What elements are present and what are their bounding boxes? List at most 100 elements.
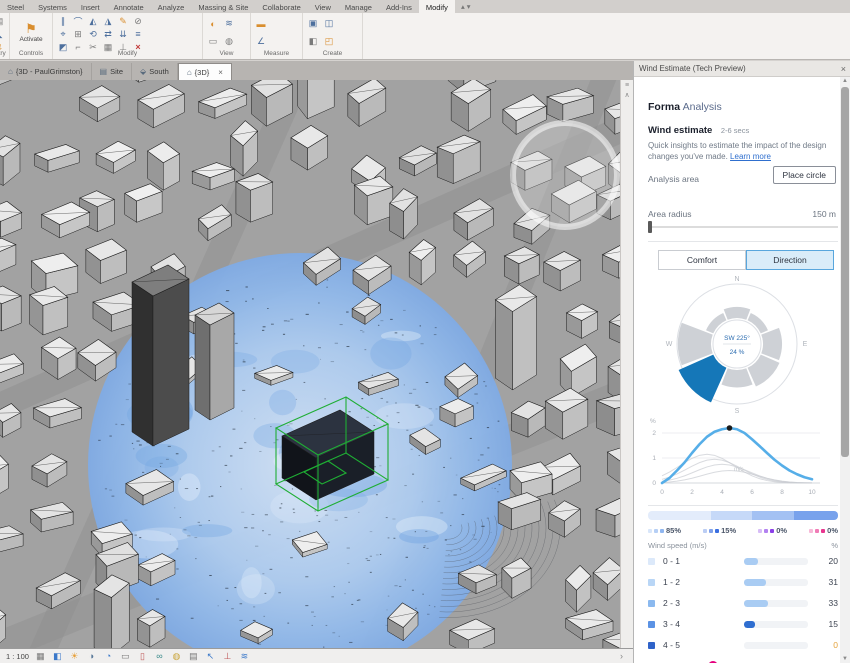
ribbon-tab-analyze[interactable]: Analyze: [151, 0, 192, 13]
panel-label-view: View: [203, 50, 250, 59]
unjoin-icon[interactable]: ⊘: [132, 15, 144, 27]
render-icon[interactable]: ◔: [103, 651, 114, 662]
view-tab-site[interactable]: ▤ Site: [92, 63, 133, 80]
ribbon-tab-bar: Steel Systems Insert Annotate Analyze Ma…: [0, 0, 850, 13]
cope-icon[interactable]: ⇊: [117, 28, 129, 40]
drawing-area[interactable]: [0, 80, 620, 648]
ribbon-tab-manage[interactable]: Manage: [338, 0, 379, 13]
copy-icon[interactable]: ⊞: [72, 28, 84, 40]
create-similar-icon[interactable]: ◧: [307, 36, 319, 48]
panel-create: ▣ ◧ ◫ ◰ Create: [303, 13, 363, 59]
measure-ruler-icon[interactable]: ▬: [255, 18, 267, 30]
scrollbar-thumb[interactable]: [841, 87, 849, 457]
viewbar-overflow-chevron[interactable]: ›: [616, 651, 627, 662]
view-tab-3d[interactable]: ⌂ {3D} ×: [178, 63, 232, 80]
table-row: 4 - 5 0: [648, 640, 838, 650]
split-face-icon[interactable]: ◣: [0, 28, 5, 40]
wind-rose-chart[interactable]: NESWSW 225°24 %: [642, 271, 832, 417]
activate-controls-button[interactable]: ⚑ Activate: [14, 15, 48, 49]
panel-content: Forma Analysis Wind estimate 2-6 secs Qu…: [634, 77, 840, 663]
svg-text:1: 1: [652, 455, 656, 462]
city-model-canvas[interactable]: [0, 80, 620, 648]
panel-measure: ▬ ∠ Measure: [251, 13, 303, 59]
match-type-icon[interactable]: ≡: [132, 28, 144, 40]
edit-icon[interactable]: ✎: [117, 15, 129, 27]
measure-angle-icon[interactable]: ∠: [255, 36, 267, 48]
area-radius-label: Area radius: [648, 209, 691, 219]
duration-badge: 2-6 secs: [721, 126, 749, 135]
ribbon-tab-modify[interactable]: Modify: [419, 0, 455, 13]
ribbon-display-toggle[interactable]: ▴ ▾: [455, 0, 477, 13]
svg-text:W: W: [666, 341, 673, 348]
panel-close-icon[interactable]: ×: [841, 64, 846, 74]
panel-label-measure: Measure: [251, 50, 302, 59]
ribbon-tab-annotate[interactable]: Annotate: [107, 0, 151, 13]
fillet-icon[interactable]: ⌒: [72, 15, 84, 27]
close-view-icon[interactable]: ×: [218, 68, 223, 77]
scroll-up-icon[interactable]: ▲: [840, 78, 850, 84]
speed-swatch: [648, 579, 655, 586]
crop-region-icon[interactable]: ▯: [137, 651, 148, 662]
view-tab-3d-paulgrimston[interactable]: ⌂ {3D - PaulGrimston}: [0, 63, 92, 80]
ribbon-tab-steel[interactable]: Steel: [0, 0, 31, 13]
worksharing-display-icon[interactable]: ≋: [239, 651, 250, 662]
tab-comfort[interactable]: Comfort: [658, 250, 746, 270]
rotate-icon[interactable]: ⟲: [87, 28, 99, 40]
create-assembly-icon[interactable]: ◫: [323, 18, 335, 30]
svg-text:6: 6: [750, 489, 754, 496]
align-icon[interactable]: ∥: [57, 15, 69, 27]
hide-elements-icon[interactable]: ◍: [223, 36, 235, 48]
panel-geometry: ⧉ ▭ ✎ ▤ ◣ ↯ Geometry: [0, 13, 10, 59]
wall-joins-icon[interactable]: ▤: [0, 15, 5, 27]
view-tab-south[interactable]: ⬙ South: [132, 63, 178, 80]
home-icon: ⌂: [8, 67, 13, 76]
ribbon-tab-massing-site[interactable]: Massing & Site: [191, 0, 255, 13]
sun-path-icon[interactable]: ☀: [69, 651, 80, 662]
legend-item: 0%: [809, 526, 838, 535]
crop-view-icon[interactable]: ▭: [120, 651, 131, 662]
area-radius-value: 150 m: [812, 209, 836, 219]
detail-level-icon[interactable]: ▦: [35, 651, 46, 662]
mirror-axis-icon[interactable]: ◭: [87, 15, 99, 27]
ribbon-tab-addins[interactable]: Add-Ins: [379, 0, 419, 13]
ribbon-tab-view[interactable]: View: [308, 0, 338, 13]
view-settings-icon[interactable]: ≋: [223, 18, 235, 30]
reveal-lines-icon[interactable]: ◐: [207, 18, 219, 30]
temp-view-properties-icon[interactable]: ▤: [188, 651, 199, 662]
area-radius-slider[interactable]: [648, 221, 838, 233]
panel-title-bar[interactable]: Wind Estimate (Tech Preview) ×: [634, 61, 850, 77]
collapse-icon[interactable]: ∧: [621, 91, 633, 99]
tab-direction[interactable]: Direction: [746, 250, 834, 270]
scroll-down-icon[interactable]: ▼: [840, 656, 850, 662]
slider-thumb[interactable]: [648, 221, 652, 233]
panel-scrollbar[interactable]: ▲ ▼: [840, 77, 850, 663]
table-row: 0 - 1 20: [648, 556, 838, 566]
offset-icon[interactable]: ⇄: [102, 28, 114, 40]
move-icon[interactable]: ⌖: [57, 28, 69, 40]
displaced-elements-icon[interactable]: ↖: [205, 651, 216, 662]
wind-speed-distribution-chart[interactable]: 0120246810%m/s: [642, 415, 832, 503]
ribbon-tab-collaborate[interactable]: Collaborate: [255, 0, 307, 13]
scale-control[interactable]: 1 : 100: [6, 652, 29, 661]
legend-item: 15%: [703, 526, 736, 535]
svg-text:8: 8: [780, 489, 784, 496]
mirror-pick-icon[interactable]: ◮: [102, 15, 114, 27]
reveal-constraints-icon[interactable]: ⊥: [222, 651, 233, 662]
ribbon-tab-insert[interactable]: Insert: [74, 0, 107, 13]
place-circle-button[interactable]: Place circle: [773, 166, 836, 184]
pct-bar: [744, 579, 808, 586]
ribbon-tab-systems[interactable]: Systems: [31, 0, 74, 13]
reveal-hidden-icon[interactable]: ◍: [171, 651, 182, 662]
create-group-icon[interactable]: ▣: [307, 18, 319, 30]
visual-style-icon[interactable]: ◧: [52, 651, 63, 662]
panel-label-controls: Controls: [10, 50, 52, 59]
menu-icon[interactable]: ≡: [621, 82, 633, 89]
speed-swatch: [648, 621, 655, 628]
wind-table-header: Wind speed (m/s) %: [648, 541, 838, 550]
shadows-icon[interactable]: ◑: [86, 651, 97, 662]
linework-icon[interactable]: ▭: [207, 36, 219, 48]
create-parts-icon[interactable]: ◰: [323, 36, 335, 48]
learn-more-link[interactable]: Learn more: [730, 152, 771, 161]
hide-isolate-icon[interactable]: ∞: [154, 651, 165, 662]
elevation-icon: ⬙: [140, 67, 146, 76]
